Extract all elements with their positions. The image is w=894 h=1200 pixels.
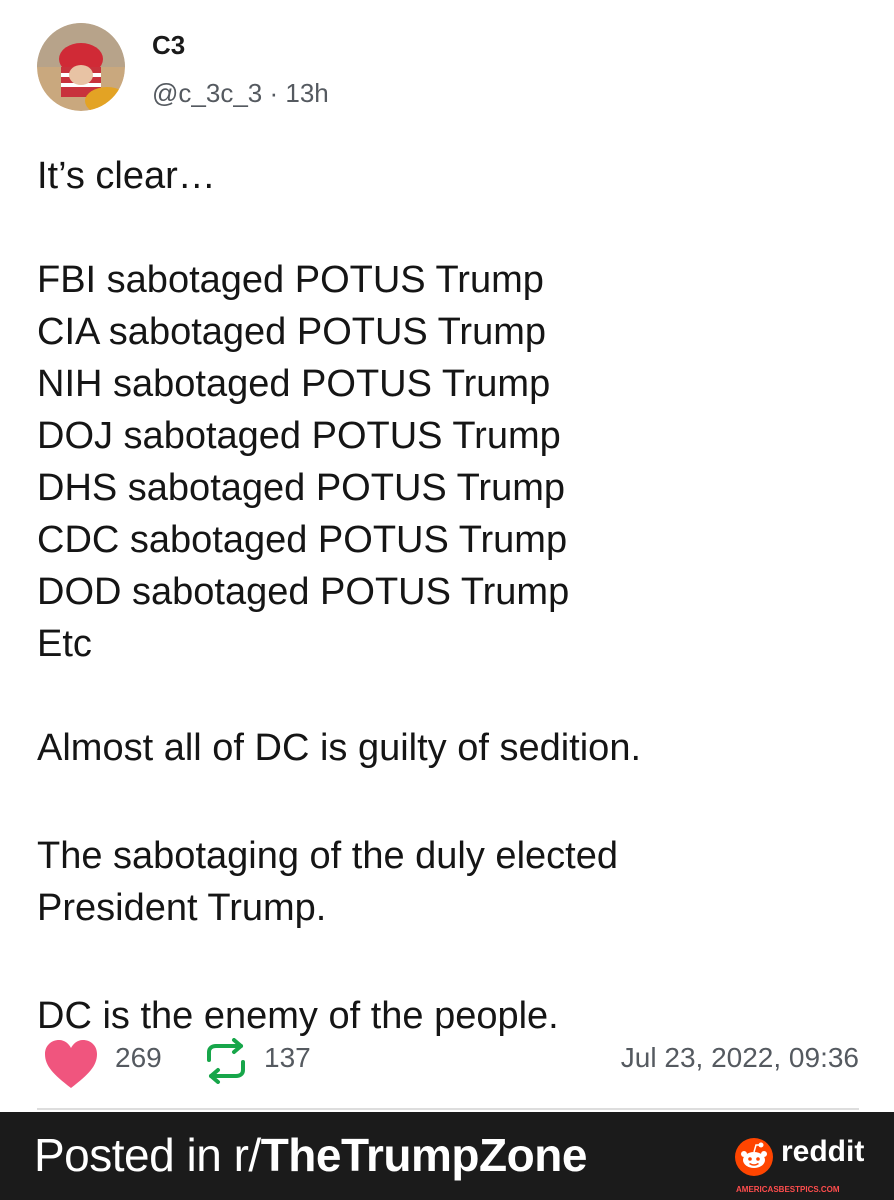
repost-icon[interactable] bbox=[201, 1038, 251, 1084]
post-body: It’s clear… FBI sabotaged POTUS Trump CI… bbox=[37, 150, 857, 1042]
repost-count: 137 bbox=[264, 1042, 311, 1073]
post-list-line: Etc bbox=[37, 623, 92, 665]
post-list-line: DOD sabotaged POTUS Trump bbox=[37, 571, 570, 613]
post-list-line: CIA sabotaged POTUS Trump bbox=[37, 311, 547, 353]
watermark: AMERICASBESTPICS.COM bbox=[736, 1185, 840, 1194]
footer-banner: Posted in r/TheTrumpZone reddit AMERICAS… bbox=[0, 1112, 894, 1200]
posted-in-text: Posted in r/TheTrumpZone bbox=[34, 1128, 587, 1182]
post-date: Jul 23, 2022, 09:36 bbox=[620, 1042, 859, 1073]
post-list-line: FBI sabotaged POTUS Trump bbox=[37, 259, 544, 301]
author-meta: @c_3c_3 · 13h bbox=[152, 78, 329, 109]
reddit-wordmark: reddit bbox=[781, 1135, 865, 1168]
like-count: 269 bbox=[115, 1042, 162, 1073]
reddit-logo-icon bbox=[735, 1138, 773, 1176]
post-list-line: DOJ sabotaged POTUS Trump bbox=[37, 415, 561, 457]
avatar[interactable] bbox=[37, 23, 125, 111]
heart-icon[interactable] bbox=[43, 1038, 99, 1090]
author-name[interactable]: C3 bbox=[152, 30, 185, 61]
post-card: C3 @c_3c_3 · 13h It’s clear… FBI sabotag… bbox=[0, 0, 894, 1110]
post-list-line: NIH sabotaged POTUS Trump bbox=[37, 363, 551, 405]
post-line-intro: It’s clear… bbox=[37, 155, 216, 197]
post-paragraph-2-line-2: President Trump. bbox=[37, 887, 327, 929]
post-stats: 269 137 Jul 23, 2022, 09:36 bbox=[37, 1030, 859, 1088]
meta-separator: · bbox=[269, 78, 279, 108]
posted-prefix: Posted in r/ bbox=[34, 1129, 261, 1181]
subreddit-name[interactable]: TheTrumpZone bbox=[261, 1129, 588, 1181]
post-paragraph-2-line-1: The sabotaging of the duly elected bbox=[37, 835, 618, 877]
post-list-line: CDC sabotaged POTUS Trump bbox=[37, 519, 568, 561]
post-paragraph-1: Almost all of DC is guilty of sedition. bbox=[37, 727, 642, 769]
author-handle[interactable]: @c_3c_3 bbox=[152, 78, 262, 108]
post-age: 13h bbox=[285, 78, 329, 108]
divider bbox=[37, 1108, 859, 1110]
post-list-line: DHS sabotaged POTUS Trump bbox=[37, 467, 565, 509]
